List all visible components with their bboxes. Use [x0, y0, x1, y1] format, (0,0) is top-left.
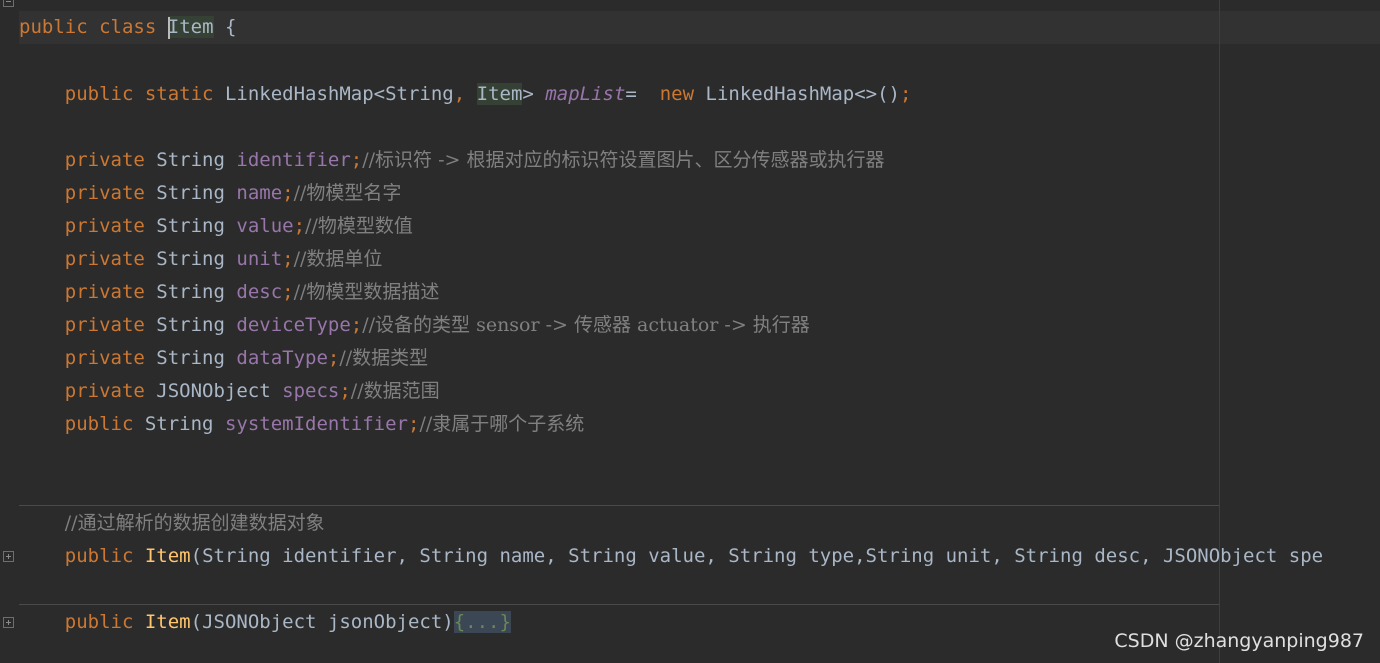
expand-fold-icon[interactable]: [3, 551, 14, 562]
field-comment: //物模型名字: [293, 182, 402, 204]
constructor-params: String identifier, String name, String v…: [202, 545, 1324, 567]
modifier: private: [64, 281, 145, 303]
modifier: private: [64, 215, 145, 237]
map-declaration-line[interactable]: public static LinkedHashMap<String, Item…: [19, 78, 911, 111]
gutter: [0, 0, 19, 663]
modifier: private: [64, 149, 145, 171]
field-name[interactable]: identifier: [236, 149, 350, 171]
modifier: private: [64, 347, 145, 369]
constructor-call: LinkedHashMap<>(): [705, 83, 900, 105]
modifier: private: [64, 380, 145, 402]
field-line[interactable]: private String unit;//数据单位: [19, 243, 383, 276]
brace: {: [224, 16, 237, 38]
field-type: String: [156, 347, 225, 369]
field-line[interactable]: private String dataType;//数据类型: [19, 342, 428, 375]
field-name[interactable]: desc: [236, 281, 282, 303]
field-type: String: [156, 248, 225, 270]
keyword: class: [99, 16, 157, 38]
field-name[interactable]: deviceType: [236, 314, 350, 336]
modifier: private: [64, 182, 145, 204]
field-comment: //数据范围: [350, 380, 440, 402]
field-comment: //物模型数值: [305, 215, 413, 237]
field-type: String: [156, 215, 225, 237]
code-editor[interactable]: public class Item { public static Linked…: [0, 0, 1380, 663]
field-type: String: [156, 281, 225, 303]
watermark: CSDN @zhangyanping987: [1114, 630, 1364, 652]
field-type: String: [144, 413, 214, 435]
static-field-name[interactable]: mapList: [545, 83, 625, 105]
expand-fold-icon[interactable]: [3, 617, 14, 628]
modifier: public: [64, 545, 134, 567]
modifier: private: [64, 248, 145, 270]
modifier: public: [64, 611, 134, 633]
folded-body[interactable]: {...}: [453, 611, 511, 633]
keyword: static: [144, 83, 214, 105]
constructor-comment: //通过解析的数据创建数据对象: [64, 512, 325, 534]
modifier: private: [64, 314, 145, 336]
field-name[interactable]: dataType: [236, 347, 328, 369]
type-ref[interactable]: Item: [476, 83, 523, 105]
field-line[interactable]: public String systemIdentifier;//隶属于哪个子系…: [19, 408, 584, 441]
keyword: new: [659, 83, 695, 105]
field-name[interactable]: name: [236, 182, 282, 204]
field-name[interactable]: specs: [282, 380, 339, 402]
field-line[interactable]: private String value;//物模型数值: [19, 210, 413, 243]
field-name[interactable]: unit: [236, 248, 282, 270]
field-type: JSONObject: [156, 380, 271, 402]
collapse-fold-icon[interactable]: [3, 0, 14, 7]
modifier: public: [64, 413, 134, 435]
constructor-name[interactable]: Item: [145, 611, 191, 633]
punct: ;: [899, 83, 912, 105]
method-separator: [19, 604, 1219, 605]
field-name[interactable]: value: [236, 215, 293, 237]
field-line[interactable]: private String name;//物模型名字: [19, 177, 402, 210]
class-name[interactable]: Item: [168, 16, 214, 38]
field-type: String: [156, 149, 225, 171]
field-comment: //设备的类型 sensor -> 传感器 actuator -> 执行器: [362, 314, 810, 336]
field-comment: //数据单位: [293, 248, 383, 270]
field-comment: //隶属于哪个子系统: [419, 413, 585, 435]
constructor-line[interactable]: public Item(JSONObject jsonObject){...}: [19, 606, 511, 639]
field-line[interactable]: private JSONObject specs;//数据范围: [19, 375, 440, 408]
field-type: String: [156, 314, 225, 336]
method-separator: [19, 505, 1219, 506]
field-line[interactable]: private String identifier;//标识符 -> 根据对应的…: [19, 144, 885, 177]
class-declaration-line[interactable]: public class Item {: [19, 11, 236, 44]
field-line[interactable]: private String deviceType;//设备的类型 sensor…: [19, 309, 810, 342]
field-type: String: [156, 182, 225, 204]
punct: =: [625, 83, 637, 105]
keyword: public: [64, 83, 134, 105]
field-name[interactable]: systemIdentifier: [225, 413, 408, 435]
punct: >: [522, 83, 534, 105]
punct: ,: [453, 83, 466, 105]
comment-line[interactable]: //通过解析的数据创建数据对象: [19, 507, 325, 540]
field-comment: //数据类型: [339, 347, 429, 369]
constructor-params: (JSONObject jsonObject): [190, 611, 454, 633]
constructor-name[interactable]: Item: [145, 545, 191, 567]
field-comment: //标识符 -> 根据对应的标识符设置图片、区分传感器或执行器: [362, 149, 885, 171]
field-line[interactable]: private String desc;//物模型数据描述: [19, 276, 440, 309]
keyword: public: [19, 16, 88, 38]
field-comment: //物模型数据描述: [293, 281, 440, 303]
type-name: LinkedHashMap<String: [224, 83, 454, 105]
punct: (: [190, 545, 203, 567]
constructor-line[interactable]: public Item(String identifier, String na…: [19, 540, 1323, 573]
